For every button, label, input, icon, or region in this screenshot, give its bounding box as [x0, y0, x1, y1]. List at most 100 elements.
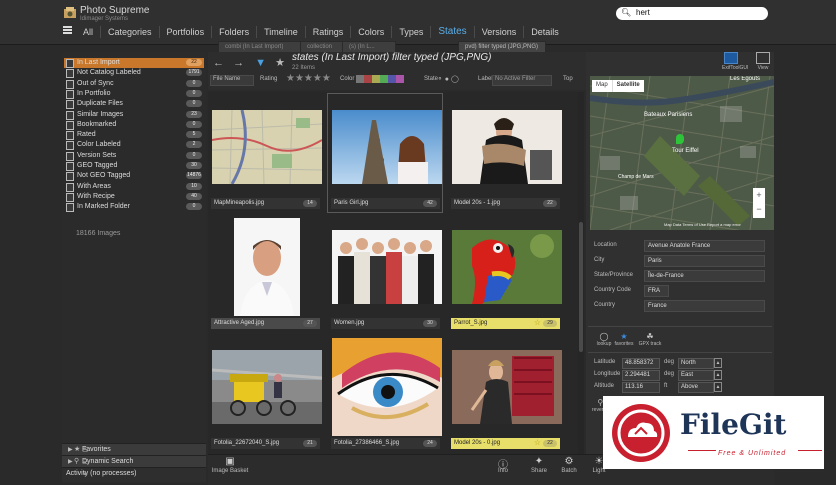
city-field[interactable]: Paris: [644, 255, 765, 267]
country-code-field[interactable]: FRA: [644, 285, 669, 297]
checkbox-icon[interactable]: [66, 100, 74, 110]
satellite-button[interactable]: Satellite: [611, 80, 644, 92]
stepper-icon[interactable]: ▲: [714, 370, 722, 380]
state-item[interactable]: With Areas 10: [64, 182, 204, 192]
share-button[interactable]: ✦ Share: [524, 456, 554, 474]
longitude-direction[interactable]: East: [678, 370, 714, 381]
nav-categories[interactable]: Categories: [100, 26, 159, 38]
star-icon[interactable]: ☆: [534, 438, 541, 447]
state-item[interactable]: Not GEO Tagged 14876: [64, 171, 204, 182]
gpx-track-button[interactable]: ☘ GPX track: [638, 332, 662, 347]
favorites-section[interactable]: ▶ ★ Favorites ☰: [62, 443, 206, 455]
nav-all[interactable]: All: [76, 26, 100, 38]
thumbnail-image[interactable]: [332, 230, 442, 304]
label-filter-select[interactable]: No Active Filter: [492, 75, 552, 86]
latitude-direction[interactable]: North: [678, 358, 714, 369]
nav-portfolios[interactable]: Portfolios: [158, 26, 212, 38]
info-button[interactable]: ⓘ Info: [488, 456, 518, 474]
thumbnail-image[interactable]: [452, 230, 562, 304]
thumbnail-image[interactable]: [452, 110, 562, 184]
state-filter-icons[interactable]: ⚬ ● ◯: [437, 75, 459, 83]
checkbox-icon[interactable]: [66, 110, 74, 120]
nav-versions[interactable]: Versions: [473, 26, 524, 38]
thumbnail-image[interactable]: [452, 350, 562, 424]
checkbox-icon[interactable]: [66, 79, 74, 89]
state-item[interactable]: In Portfolio 0: [64, 89, 204, 99]
nav-timeline[interactable]: Timeline: [256, 26, 305, 38]
nav-colors[interactable]: Colors: [350, 26, 391, 38]
thumbnail-cell[interactable]: Attractive Aged.jpg 27: [208, 214, 322, 332]
state-item[interactable]: Duplicate Files 0: [64, 99, 204, 110]
state-item[interactable]: With Recipe 40: [64, 192, 204, 202]
nav-states[interactable]: States: [430, 26, 473, 38]
grid-scrollbar[interactable]: [578, 92, 584, 454]
zoom-in-icon[interactable]: +: [753, 188, 765, 202]
rating-stars[interactable]: ★★★★★: [286, 73, 331, 84]
checkbox-icon[interactable]: [66, 172, 74, 182]
longitude-field[interactable]: 2.294481: [622, 370, 660, 381]
back-icon[interactable]: ←: [213, 57, 224, 69]
zoom-out-icon[interactable]: −: [753, 202, 765, 216]
favorites-button[interactable]: ★ favorites: [612, 332, 636, 347]
stepper-icon[interactable]: ▲: [714, 382, 722, 392]
favorite-icon[interactable]: ★: [275, 57, 285, 69]
state-field[interactable]: Île-de-France: [644, 270, 765, 282]
thumbnail-image[interactable]: [332, 110, 442, 184]
thumbnail-image[interactable]: [234, 218, 300, 316]
star-icon[interactable]: ☆: [534, 318, 541, 327]
state-item[interactable]: In Marked Folder 0: [64, 202, 204, 213]
map-pin-icon[interactable]: [676, 134, 684, 144]
thumbnail-cell[interactable]: Fotolia_22672040_S.jpg 21: [208, 334, 322, 452]
checkbox-icon[interactable]: [66, 162, 74, 171]
checkbox-icon[interactable]: [66, 59, 74, 68]
sort-select[interactable]: File Name: [210, 75, 254, 86]
checkbox-icon[interactable]: [66, 182, 74, 192]
state-item[interactable]: Bookmarked 0: [64, 120, 204, 130]
thumbnail-cell[interactable]: Model 20s - 1.jpg 22: [448, 94, 562, 212]
latitude-field[interactable]: 48.858372: [622, 358, 660, 369]
thumbnail-cell[interactable]: Fotolia_27386466_S.jpg 24: [328, 334, 442, 452]
thumbnail-image[interactable]: [212, 110, 322, 184]
thumbnail-cell[interactable]: MapMineapolis.jpg 14: [208, 94, 322, 212]
batch-button[interactable]: ⚙ Batch: [554, 456, 584, 474]
thumbnail-image[interactable]: [332, 338, 442, 436]
exiftool-button[interactable]: ExifToolGUI: [722, 52, 748, 72]
state-item[interactable]: Similar Images 23: [64, 110, 204, 120]
state-item[interactable]: In Last Import 22: [64, 58, 204, 68]
menu-icon[interactable]: [63, 26, 72, 34]
altitude-field[interactable]: 113.16: [622, 382, 660, 393]
state-item[interactable]: Not Catalog Labeled 1791: [64, 68, 204, 79]
top-filter-label[interactable]: Top: [563, 76, 573, 82]
nav-details[interactable]: Details: [523, 26, 566, 38]
dynamic-search-section[interactable]: ▶ ⚲ Dynamic Search ☰: [62, 455, 206, 467]
filter-icon[interactable]: ▼: [255, 57, 266, 69]
thumbnail-cell[interactable]: Parrot_S.jpg ☆ 29: [448, 214, 562, 332]
thumbnail-image[interactable]: [212, 350, 322, 424]
checkbox-icon[interactable]: [66, 151, 74, 161]
nav-types[interactable]: Types: [391, 26, 430, 38]
checkbox-icon[interactable]: [66, 203, 74, 213]
view-button[interactable]: View: [754, 52, 772, 72]
thumbnail-cell[interactable]: Women.jpg 30: [328, 214, 442, 332]
satellite-map[interactable]: Bateaux Parisiens Tour Eiffel Les Égouts…: [590, 76, 774, 230]
checkbox-icon[interactable]: [66, 120, 74, 130]
nav-folders[interactable]: Folders: [211, 26, 256, 38]
thumbnail-cell[interactable]: Paris Girl.jpg 42: [327, 93, 443, 213]
state-item[interactable]: Rated 5: [64, 130, 204, 141]
checkbox-icon[interactable]: [66, 141, 74, 151]
location-field[interactable]: Avenue Anatole France: [644, 240, 765, 252]
state-item[interactable]: Color Labeled 2: [64, 140, 204, 151]
state-item[interactable]: Version Sets 0: [64, 151, 204, 161]
state-item[interactable]: Out of Sync 0: [64, 79, 204, 89]
checkbox-icon[interactable]: [66, 89, 74, 99]
state-item[interactable]: GEO Tagged 30: [64, 161, 204, 171]
search-input[interactable]: hert: [636, 8, 650, 17]
checkbox-icon[interactable]: [66, 131, 74, 141]
image-basket-button[interactable]: ▣ Image Basket: [210, 456, 250, 474]
search-field[interactable]: 🔍︎ hert: [616, 7, 768, 20]
checkbox-icon[interactable]: [66, 69, 74, 79]
color-swatches[interactable]: [356, 75, 412, 84]
map-button[interactable]: Map: [592, 80, 612, 92]
nav-ratings[interactable]: Ratings: [304, 26, 351, 38]
country-field[interactable]: France: [644, 300, 765, 312]
